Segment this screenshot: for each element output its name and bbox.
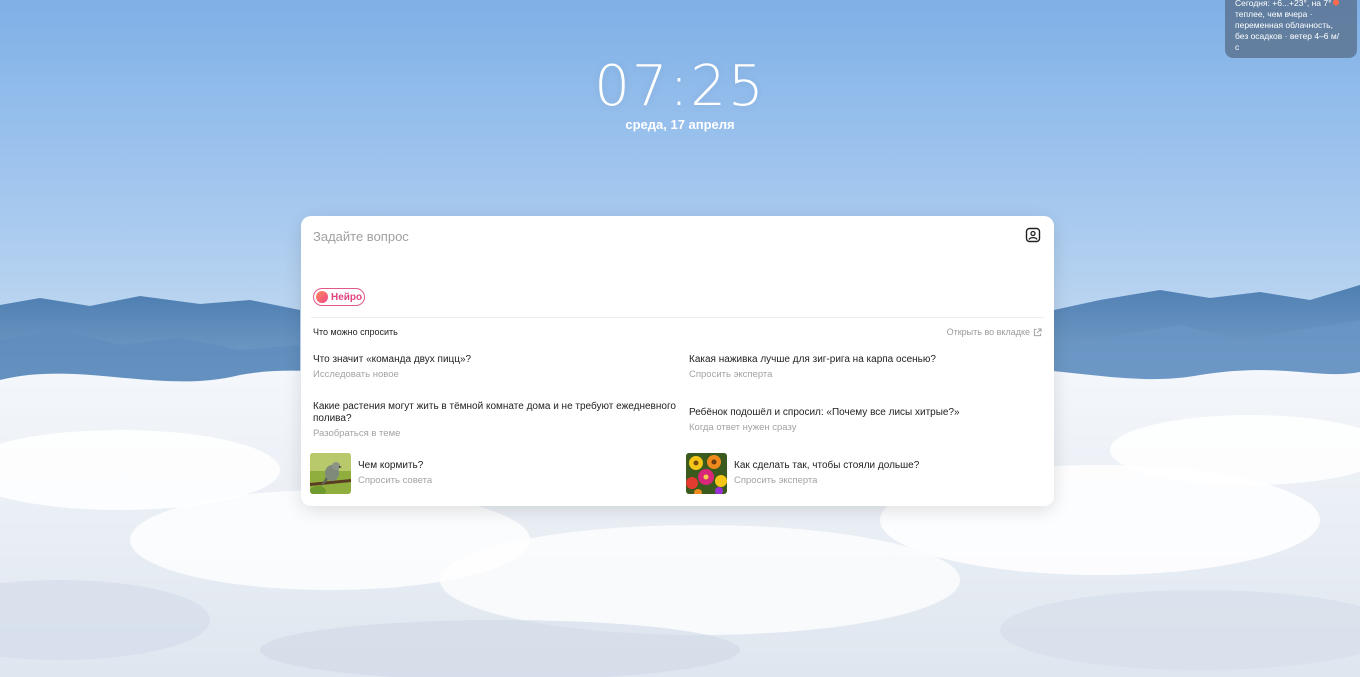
- suggestion-hint: Спросить эксперта: [734, 475, 818, 486]
- clock-time: 07:25: [594, 54, 766, 119]
- suggestion-item[interactable]: Какие растения могут жить в тёмной комна…: [313, 401, 678, 439]
- suggestion-hint: Исследовать новое: [313, 369, 399, 380]
- suggestion-hint: Спросить эксперта: [689, 369, 773, 380]
- suggestion-question: Ребёнок подошёл и спросил: «Почему все л…: [689, 407, 960, 418]
- suggestion-item[interactable]: Как сделать так, чтобы стояли дольше? Сп…: [734, 460, 1034, 486]
- suggestion-item[interactable]: Ребёнок подошёл и спросил: «Почему все л…: [689, 407, 1044, 433]
- clock-date: среда, 17 апреля: [625, 117, 735, 132]
- suggestion-item[interactable]: Какая наживка лучше для зиг-рига на карп…: [689, 354, 1044, 380]
- neuro-label: Нейро: [331, 291, 363, 303]
- thermometer-icon: [1333, 0, 1339, 6]
- bird-image-icon: [310, 453, 351, 494]
- divider: [311, 317, 1044, 318]
- suggestions-title: Что можно спросить: [313, 327, 398, 337]
- open-in-tab-label: Открыть во вкладке: [946, 327, 1030, 337]
- weather-text: Сегодня: +6...+23°, на 7° теплее, чем вч…: [1235, 0, 1340, 52]
- suggestion-hint: Разобраться в теме: [313, 428, 401, 439]
- suggestion-item[interactable]: Чем кормить? Спросить совета: [358, 460, 658, 486]
- suggestion-item[interactable]: Что значит «команда двух пицц»? Исследов…: [313, 354, 673, 380]
- weather-widget[interactable]: Сегодня: +6...+23°, на 7° теплее, чем вч…: [1225, 0, 1357, 58]
- flowers-thumbnail[interactable]: [686, 453, 727, 494]
- suggestion-question: Что значит «команда двух пицц»?: [313, 354, 472, 365]
- flowers-image-icon: [686, 453, 727, 494]
- neuro-toggle[interactable]: Нейро: [313, 288, 365, 306]
- suggestion-question: Какая наживка лучше для зиг-рига на карп…: [689, 354, 936, 365]
- toggle-knob-icon: [316, 291, 328, 303]
- suggestion-question: Как сделать так, чтобы стояли дольше?: [734, 460, 920, 471]
- suggestion-hint: Спросить совета: [358, 475, 433, 486]
- open-in-tab-link[interactable]: Открыть во вкладке: [947, 327, 1042, 337]
- search-input[interactable]: [313, 226, 1003, 246]
- suggestion-question: Чем кормить?: [358, 460, 424, 471]
- suggestion-hint: Когда ответ нужен сразу: [689, 422, 797, 433]
- bird-thumbnail[interactable]: [310, 453, 351, 494]
- external-link-icon: [1033, 327, 1042, 336]
- image-search-icon[interactable]: [1025, 227, 1041, 243]
- suggestion-question: Какие растения могут жить в тёмной комна…: [313, 401, 676, 424]
- ask-card: Нейро Что можно спросить Открыть во вкла…: [301, 216, 1054, 506]
